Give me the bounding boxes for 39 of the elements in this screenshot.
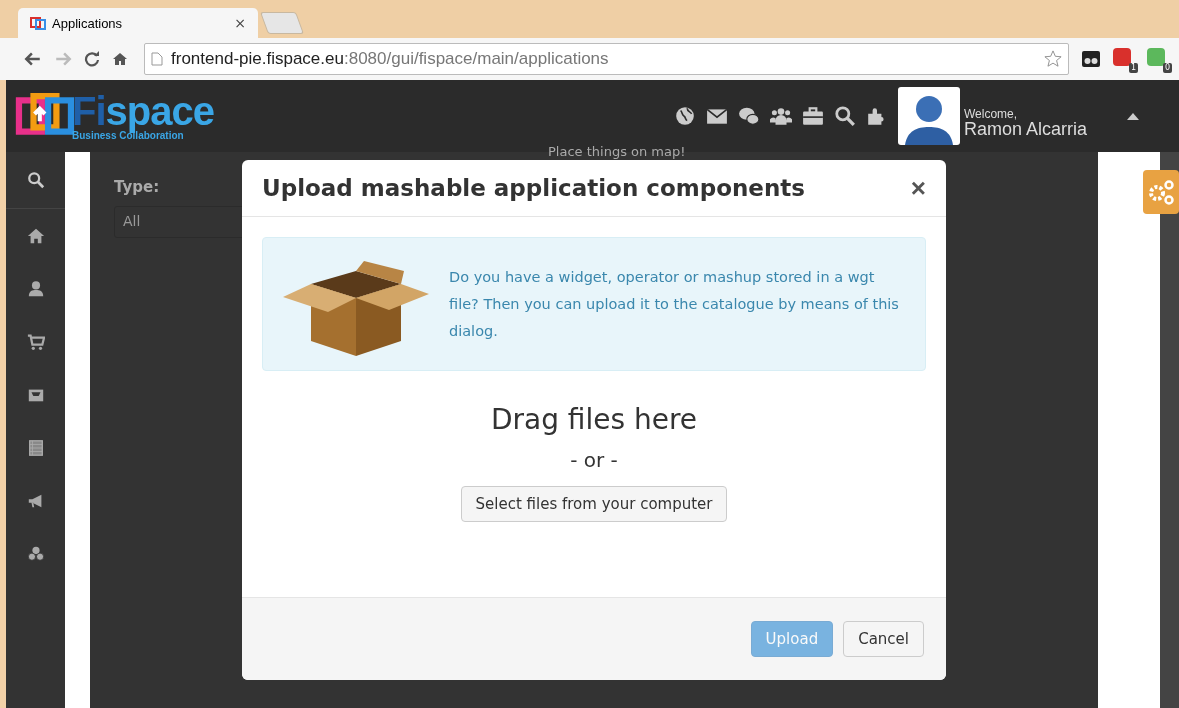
welcome-text: Welcome, [963, 108, 1019, 120]
user-icon[interactable] [26, 279, 45, 298]
cart-icon[interactable] [26, 332, 45, 351]
extension-button[interactable]: 1 [1113, 48, 1135, 70]
avatar-silhouette[interactable] [897, 87, 960, 145]
extension-badge: 0 [1162, 63, 1172, 73]
group-icon[interactable] [769, 105, 792, 127]
type-label: Type: [114, 178, 160, 196]
globe-icon[interactable] [673, 105, 696, 127]
browser-tab[interactable]: Applications × [18, 8, 258, 38]
search-icon[interactable] [26, 171, 45, 189]
info-text: Do you have a widget, operator or mashup stored in a wgt file? Then you can upload it to the catalogue by means of this dialog. [449, 267, 899, 341]
home-icon[interactable] [112, 51, 128, 67]
close-button[interactable]: × [910, 172, 926, 204]
select-files-button[interactable]: Select files from your computer [460, 486, 728, 522]
tab-close-button[interactable]: × [234, 15, 246, 31]
table-icon[interactable] [26, 438, 45, 457]
star-icon[interactable] [1044, 50, 1062, 68]
home-icon[interactable] [26, 226, 45, 245]
tab-title: Applications [52, 15, 124, 31]
user-name[interactable]: Ramon Alcarria [963, 120, 1087, 138]
extension-badge: 1 [1128, 63, 1138, 73]
glasses-icon[interactable] [1081, 49, 1101, 69]
drop-zone-text: Drag files here [490, 403, 698, 436]
chat-icon[interactable] [737, 105, 760, 127]
briefcase-icon[interactable] [801, 105, 824, 127]
cancel-button[interactable]: Cancel [843, 621, 924, 657]
page-icon [151, 52, 163, 66]
reload-icon[interactable] [84, 51, 100, 67]
map-caption: Place things on map! [548, 144, 686, 159]
search-icon[interactable] [833, 105, 856, 127]
address-field[interactable]: frontend-pie.fispace.eu:8080/gui/fispace/main/applications [144, 43, 1069, 75]
app-logo-icon [30, 15, 46, 31]
back-icon[interactable] [24, 50, 42, 68]
extension-button[interactable]: 0 [1147, 48, 1169, 70]
url-text: frontend-pie.fispace.eu:8080/gui/fispace/main/applications [171, 49, 610, 69]
caret-up-icon[interactable] [1127, 112, 1139, 120]
dialog-title: Upload mashable application components [262, 175, 806, 201]
or-text: - or - [570, 448, 618, 472]
